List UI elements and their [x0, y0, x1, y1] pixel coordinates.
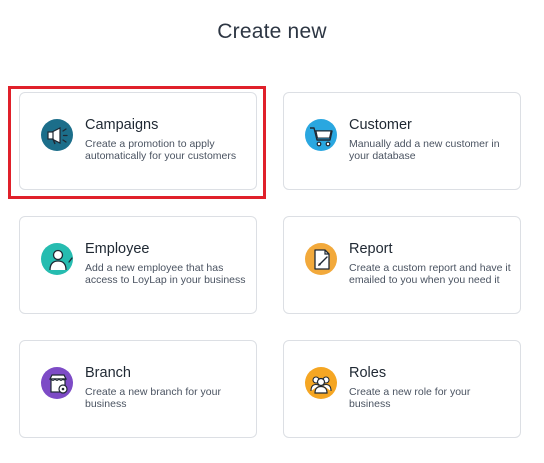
card-title: Report: [349, 241, 393, 257]
employee-icon: [41, 243, 73, 275]
campaigns-card[interactable]: Campaigns Create a promotion to apply au…: [19, 92, 257, 190]
card-description: Create a new branch for your business: [85, 386, 221, 410]
employee-card[interactable]: Employee Add a new employee that has acc…: [19, 216, 257, 314]
card-title: Employee: [85, 241, 150, 257]
branch-card[interactable]: Branch Create a new branch for your busi…: [19, 340, 257, 438]
users-icon: [305, 367, 337, 399]
card-description: Add a new employee that has access to Lo…: [85, 262, 246, 286]
card-title: Campaigns: [85, 117, 159, 133]
card-description: Create a promotion to apply automaticall…: [85, 138, 237, 162]
report-card[interactable]: Report Create a custom report and have i…: [283, 216, 521, 314]
card-title: Roles: [349, 365, 387, 381]
card-title: Branch: [85, 365, 131, 381]
report-icon: [305, 243, 337, 275]
card-description: Create a custom report and have it email…: [349, 262, 511, 286]
page-title: Create new: [217, 20, 327, 43]
customer-card[interactable]: Customer Manually add a new customer in …: [283, 92, 521, 190]
megaphone-icon: [41, 119, 73, 151]
card-description: Create a new role for your business: [349, 386, 471, 410]
card-description: Manually add a new customer in your data…: [349, 138, 500, 162]
shopping-cart-icon: [305, 119, 337, 151]
card-title: Customer: [349, 117, 412, 133]
store-icon: [41, 367, 73, 399]
roles-card[interactable]: Roles Create a new role for your busines…: [283, 340, 521, 438]
